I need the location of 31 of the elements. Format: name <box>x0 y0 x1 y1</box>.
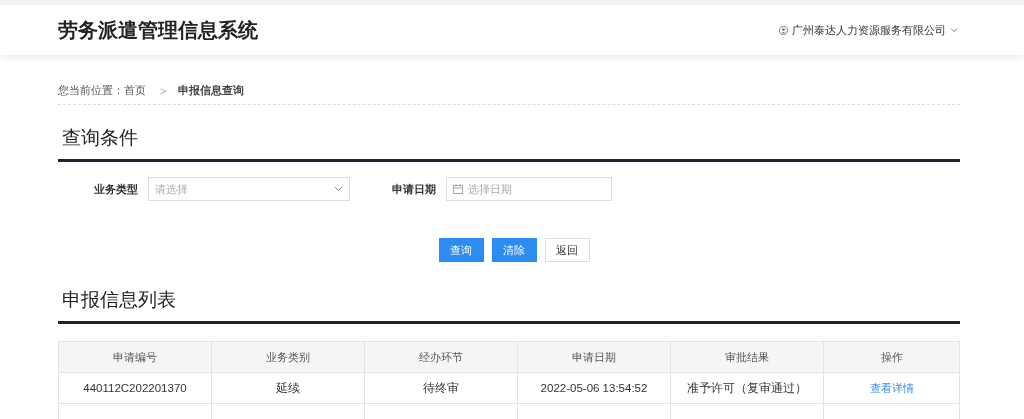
table-cell: 待终审 <box>365 373 518 404</box>
table-cell: 延续 <box>212 373 365 404</box>
breadcrumb-home-link[interactable]: 首页 <box>124 83 146 98</box>
breadcrumb-prefix: 您当前位置： <box>58 83 124 98</box>
breadcrumb-current: 申报信息查询 <box>178 83 245 98</box>
column-header: 业务类别 <box>212 342 365 373</box>
app-title: 劳务派遣管理信息系统 <box>58 17 258 43</box>
field-label: 申请日期 <box>392 181 436 197</box>
column-header: 经办环节 <box>365 342 518 373</box>
chevron-down-icon[interactable] <box>950 27 958 33</box>
column-header: 申请编号 <box>59 342 212 373</box>
action-button[interactable]: 清除 <box>491 238 537 262</box>
section-title: 查询条件 <box>62 127 138 148</box>
breadcrumb-separator: > <box>160 84 167 97</box>
column-header: 审批结果 <box>671 342 824 373</box>
calendar-icon <box>453 184 463 194</box>
action-button[interactable]: 查询 <box>438 238 484 262</box>
field-label: 业务类型 <box>94 181 138 197</box>
date-field[interactable]: 选择日期 <box>446 177 612 201</box>
details-link[interactable]: 查看详情 <box>869 380 914 396</box>
action-button[interactable]: 返回 <box>544 238 590 262</box>
table-cell: 2022-05-06 13:54:52 <box>518 373 671 404</box>
select-field[interactable]: 请选择 <box>148 177 350 201</box>
column-header: 操作 <box>824 342 959 373</box>
chevron-down-icon <box>334 186 343 192</box>
user-icon <box>779 25 788 35</box>
table-cell: 准予许可（复审通过） <box>671 373 824 404</box>
company-name[interactable]: 广州泰达人力资源服务有限公司 <box>792 22 946 38</box>
table-cell: 440112C202201370 <box>59 373 212 404</box>
column-header: 申请日期 <box>518 342 671 373</box>
section-title: 申报信息列表 <box>62 289 176 310</box>
